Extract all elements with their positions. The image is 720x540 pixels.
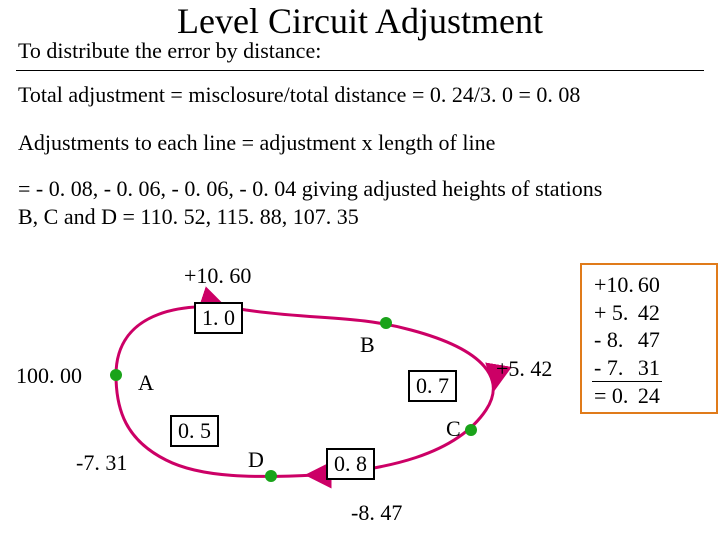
sum-r4b: 31 — [636, 354, 662, 382]
sum-r2a: + 5. — [592, 299, 636, 327]
delta-da: -7. 31 — [76, 450, 127, 476]
delta-cd: -8. 47 — [351, 500, 402, 526]
len-ab: 1. 0 — [194, 302, 243, 334]
sum-r3b: 47 — [636, 326, 662, 354]
sum-r5b: 24 — [636, 382, 662, 410]
sum-r1b: 60 — [636, 271, 662, 299]
node-a — [110, 369, 122, 381]
label-b: B — [360, 332, 375, 358]
misclosure-table: +10.60 + 5.42 - 8.47 - 7.31 = 0.24 — [592, 271, 662, 410]
page-title: Level Circuit Adjustment — [0, 0, 720, 42]
label-c: C — [446, 416, 461, 442]
circuit-diagram: 100. 00 A B C D +10. 60 +5. 42 -8. 47 -7… — [16, 260, 576, 530]
start-height: 100. 00 — [16, 363, 82, 389]
sum-r4a: - 7. — [592, 354, 636, 382]
sum-r1a: +10. — [592, 271, 636, 299]
total-adjustment-eq: Total adjustment = misclosure/total dist… — [18, 82, 580, 108]
line-adjustment-eq: Adjustments to each line = adjustment x … — [18, 130, 495, 156]
label-a: A — [138, 370, 154, 396]
label-d: D — [248, 447, 264, 473]
len-cd: 0. 8 — [326, 448, 375, 480]
delta-ab: +10. 60 — [184, 263, 251, 289]
delta-bc: +5. 42 — [496, 356, 552, 382]
sum-r5a: = 0. — [592, 382, 636, 410]
slide: Level Circuit Adjustment To distribute t… — [0, 0, 720, 540]
len-da: 0. 5 — [170, 415, 219, 447]
sum-r3a: - 8. — [592, 326, 636, 354]
sum-r2b: 42 — [636, 299, 662, 327]
subtitle: To distribute the error by distance: — [18, 38, 321, 64]
divider — [16, 70, 704, 71]
circuit-svg — [16, 260, 576, 530]
node-d — [265, 470, 277, 482]
node-b — [380, 317, 392, 329]
node-c — [465, 424, 477, 436]
result-text: = - 0. 08, - 0. 06, - 0. 06, - 0. 04 giv… — [18, 175, 618, 230]
len-bc: 0. 7 — [408, 370, 457, 402]
misclosure-sum-box: +10.60 + 5.42 - 8.47 - 7.31 = 0.24 — [580, 263, 718, 414]
